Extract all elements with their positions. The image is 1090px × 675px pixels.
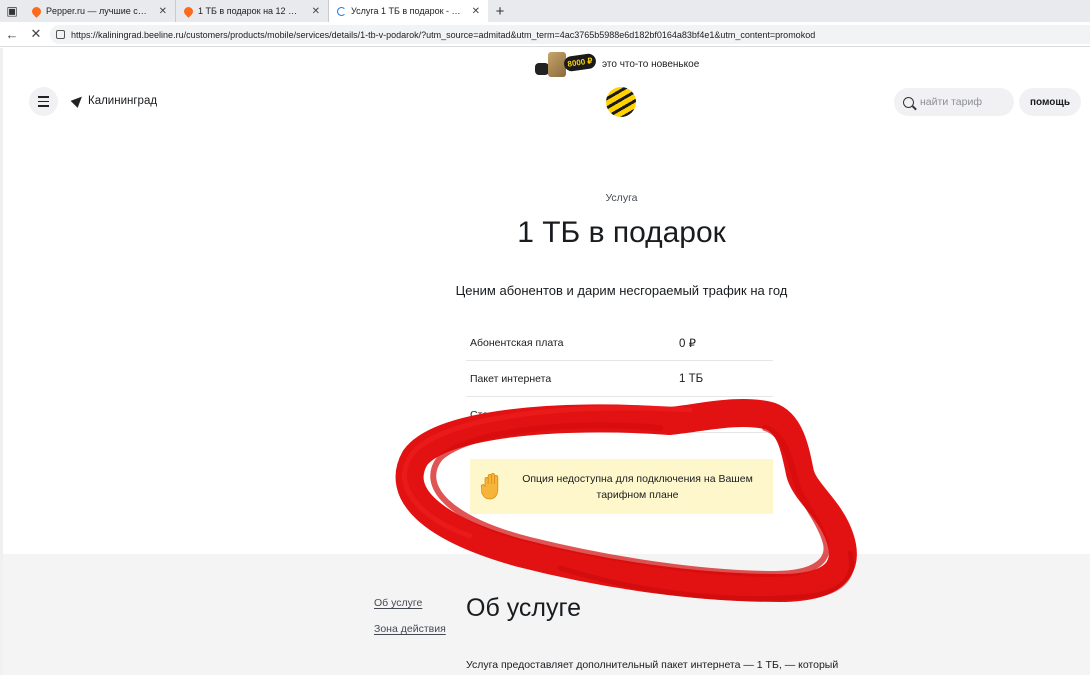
close-tab-icon[interactable]: ✕ [159, 6, 167, 17]
param-name: Стоимость подключения [470, 408, 591, 421]
beeline-logo[interactable] [606, 87, 636, 117]
page-title: 1 ТБ в подарок [517, 216, 726, 249]
site-info-icon[interactable] [56, 30, 65, 39]
browser-addressbar: ← ✕ https://kaliningrad.beeline.ru/custo… [0, 22, 1090, 47]
service-kind: Услуга [605, 192, 638, 204]
param-row: Пакет интернета 1 ТБ [466, 361, 773, 397]
tab-actions-button[interactable]: ▣ [0, 0, 24, 22]
browser-tab-pepper[interactable]: Pepper.ru — лучшие скидки и пр ✕ [24, 0, 176, 22]
about-title: Об услуге [466, 594, 581, 622]
promo-earbuds-image [535, 63, 549, 75]
new-tab-button[interactable]: + [488, 0, 512, 22]
param-row: Стоимость подключения 0 ₽ [466, 397, 773, 433]
param-row: Абонентская плата 0 ₽ [466, 325, 773, 361]
close-tab-icon[interactable]: ✕ [472, 6, 480, 17]
url-field[interactable]: https://kaliningrad.beeline.ru/customers… [50, 25, 1090, 44]
browser-tab-pepper-deal[interactable]: 1 ТБ в подарок на 12 месяцев (в ✕ [176, 0, 329, 22]
promo-image: 8000 ₽ [535, 51, 597, 77]
anchor-about[interactable]: Об услуге [374, 597, 422, 609]
tab-title: Услуга 1 ТБ в подарок - Мобиль [351, 6, 463, 16]
pepper-favicon-icon [30, 4, 43, 18]
anchor-coverage[interactable]: Зона действия [374, 623, 446, 635]
service-params-table: Абонентская плата 0 ₽ Пакет интернета 1 … [466, 325, 773, 433]
city-name: Калининград [88, 95, 158, 107]
unavailable-warning: Опция недоступна для подключения на Ваше… [470, 459, 773, 514]
browser-tabbar: ▣ Pepper.ru — лучшие скидки и пр ✕ 1 ТБ … [0, 0, 1090, 22]
search-input[interactable] [920, 96, 1000, 108]
page: 8000 ₽ это что-то новенькое Калининград … [0, 48, 1090, 675]
param-value: 1 ТБ [679, 372, 704, 385]
loading-spinner-icon [337, 6, 346, 16]
promo-banner[interactable]: 8000 ₽ это что-то новенькое [535, 50, 699, 78]
search-box[interactable] [894, 88, 1014, 116]
back-arrow-icon[interactable]: ← [0, 27, 24, 42]
pepper-favicon-icon [182, 4, 195, 18]
hamburger-icon [38, 96, 49, 98]
raised-hand-icon [480, 473, 499, 500]
close-tab-icon[interactable]: ✕ [312, 6, 320, 17]
city-selector[interactable]: Калининград [70, 92, 158, 108]
search-icon[interactable] [903, 96, 914, 108]
browser-tab-beeline[interactable]: Услуга 1 ТБ в подарок - Мобиль ✕ [329, 0, 488, 22]
url-text: https://kaliningrad.beeline.ru/customers… [71, 29, 816, 40]
warning-text: Опция недоступна для подключения на Ваше… [522, 472, 753, 501]
param-name: Абонентская плата [470, 336, 564, 349]
location-arrow-icon [70, 92, 86, 108]
param-value: 0 ₽ [679, 409, 696, 422]
param-name: Пакет интернета [470, 372, 552, 385]
stop-loading-icon[interactable]: ✕ [24, 26, 48, 42]
menu-button[interactable] [29, 87, 58, 116]
tab-title: 1 ТБ в подарок на 12 месяцев (в [198, 6, 303, 16]
about-text: Услуга предоставляет дополнительный паке… [466, 659, 839, 671]
param-value: 0 ₽ [679, 337, 696, 350]
help-button[interactable]: помощь [1019, 88, 1081, 116]
promo-price-tag: 8000 ₽ [563, 52, 597, 73]
tab-title: Pepper.ru — лучшие скидки и пр [46, 6, 150, 16]
promo-text: это что-то новенькое [602, 58, 700, 70]
service-subtitle: Ценим абонентов и дарим несгораемый траф… [455, 283, 788, 298]
